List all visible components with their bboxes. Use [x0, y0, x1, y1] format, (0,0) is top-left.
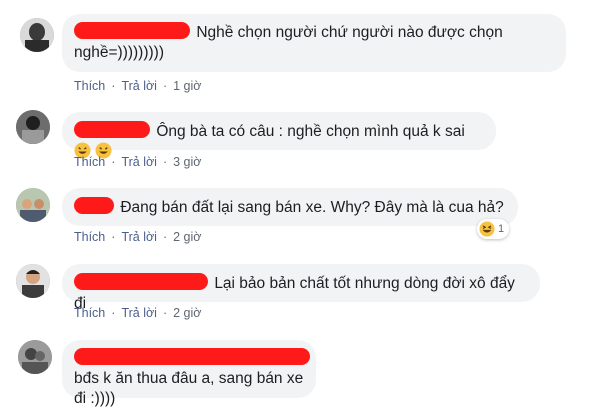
comment-bubble: Đang bán đất lại sang bán xe. Why? Đây m…: [62, 188, 518, 226]
comment-bubble: Lại bảo bản chất tốt nhưng dòng đời xô đ…: [62, 264, 540, 312]
redacted-name: [74, 273, 208, 290]
avatar[interactable]: [16, 264, 50, 298]
timestamp[interactable]: 2 giờ: [173, 306, 201, 320]
avatar[interactable]: [16, 110, 50, 144]
reaction-number: 1: [498, 223, 505, 235]
reply-link[interactable]: Trả lời: [121, 306, 157, 320]
comment-actions: Thích · Trả lời · 3 giờ: [74, 155, 202, 169]
comment-text: Đang bán đất lại sang bán xe. Why? Đây m…: [120, 199, 504, 216]
like-link[interactable]: Thích: [74, 79, 105, 93]
timestamp[interactable]: 3 giờ: [173, 155, 201, 169]
comment-text: Ông bà ta có câu : nghề chọn mình quả k …: [156, 123, 465, 140]
comment-bubble: bđs k ăn thua đâu a, sang bán xe đi :)))…: [62, 340, 316, 407]
comment-actions: Thích · Trả lời · 2 giờ: [74, 306, 202, 320]
comment-text: bđs k ăn thua đâu a, sang bán xe đi :)))…: [74, 370, 304, 407]
timestamp[interactable]: 2 giờ: [173, 230, 201, 244]
redacted-name: [74, 348, 310, 365]
reaction-count[interactable]: 1: [477, 219, 510, 239]
comment-actions: Thích · Trả lời · 1 giờ: [74, 79, 202, 93]
like-link[interactable]: Thích: [74, 155, 105, 169]
timestamp[interactable]: 1 giờ: [173, 79, 201, 93]
haha-reaction-icon: [479, 221, 495, 237]
comment-bubble: Ông bà ta có câu : nghề chọn mình quả k …: [62, 112, 496, 159]
reply-link[interactable]: Trả lời: [121, 230, 157, 244]
reply-link[interactable]: Trả lời: [121, 155, 157, 169]
redacted-name: [74, 197, 114, 214]
avatar[interactable]: [20, 18, 54, 52]
redacted-name: [74, 22, 190, 39]
avatar[interactable]: [18, 340, 52, 374]
avatar[interactable]: [16, 188, 50, 222]
like-link[interactable]: Thích: [74, 230, 105, 244]
comment-bubble: Nghề chọn người chứ người nào được chọn …: [62, 14, 566, 72]
redacted-name: [74, 121, 150, 138]
reply-link[interactable]: Trả lời: [121, 79, 157, 93]
comment-actions: Thích · Trả lời · 2 giờ: [74, 230, 202, 244]
like-link[interactable]: Thích: [74, 306, 105, 320]
